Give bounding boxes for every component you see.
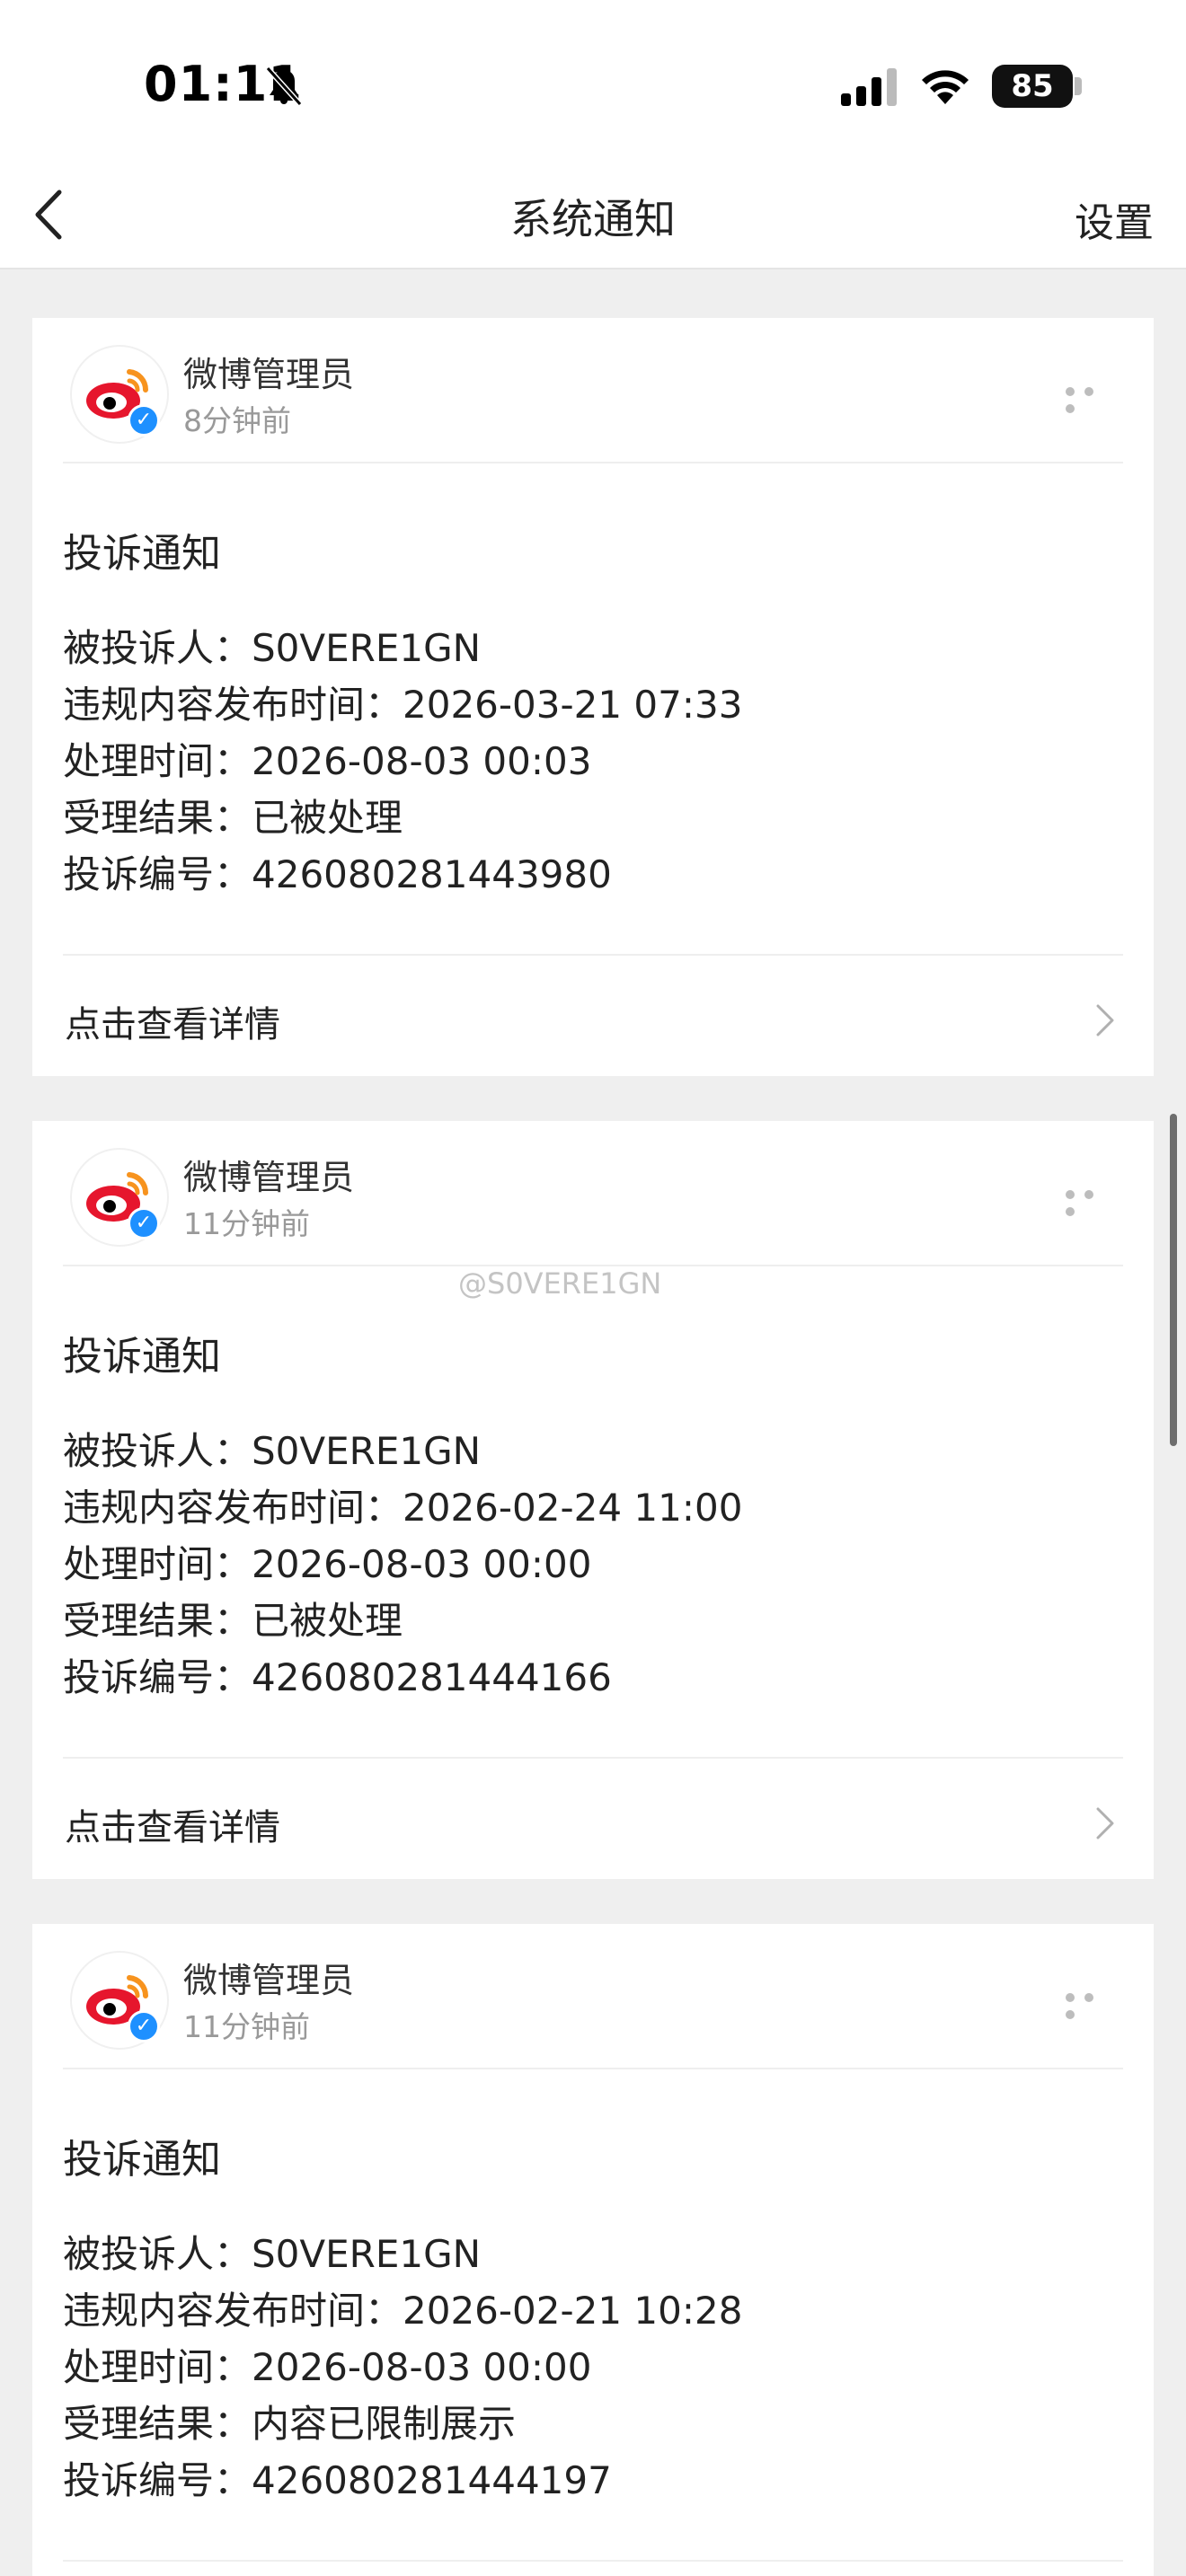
wifi-icon xyxy=(922,70,969,104)
info-row-result: 受理结果：内容已限制展示 xyxy=(63,2402,517,2446)
card-header: ✓ 微博管理员 8分钟前 xyxy=(32,318,1154,462)
page-title: 系统通知 xyxy=(510,195,676,243)
more-options-icon[interactable] xyxy=(1066,1186,1121,1216)
divider xyxy=(63,954,1123,956)
notification-card: ✓ 微博管理员 8分钟前 投诉通知 被投诉人：S0VERE1GN 违规内容发布时… xyxy=(32,318,1154,1076)
author-name[interactable]: 微博管理员 xyxy=(183,1150,354,1199)
status-bar: 01:11 85 xyxy=(0,0,1186,162)
info-row-complaint-id: 投诉编号：426080281444166 xyxy=(63,1655,612,1699)
view-details-link[interactable]: 点击查看详情 xyxy=(32,1762,1154,1879)
nav-bar: 系统通知 设置 xyxy=(0,162,1186,269)
watermark: @S0VERE1GN xyxy=(458,1266,662,1301)
info-row-respondent: 被投诉人：S0VERE1GN xyxy=(63,1429,482,1473)
author-name[interactable]: 微博管理员 xyxy=(183,1953,354,2002)
info-row-result: 受理结果：已被处理 xyxy=(63,1599,403,1643)
info-row-process-time: 处理时间：2026-08-03 00:00 xyxy=(63,1542,592,1586)
info-row-respondent: 被投诉人：S0VERE1GN xyxy=(63,2232,482,2276)
chevron-right-icon xyxy=(1096,1004,1114,1037)
card-header: ✓ 微博管理员 11分钟前 xyxy=(32,1924,1154,2068)
card-header: ✓ 微博管理员 11分钟前 xyxy=(32,1121,1154,1265)
notice-title: 投诉通知 xyxy=(63,1334,221,1380)
more-options-icon[interactable] xyxy=(1066,383,1121,413)
divider xyxy=(63,1757,1123,1759)
bell-muted-icon xyxy=(265,66,303,107)
chevron-right-icon xyxy=(1096,1807,1114,1839)
notice-title: 投诉通知 xyxy=(63,531,221,577)
verified-badge-icon: ✓ xyxy=(128,404,160,437)
view-details-link[interactable]: 点击查看详情 xyxy=(32,959,1154,1076)
info-row-process-time: 处理时间：2026-08-03 00:00 xyxy=(63,2345,592,2389)
divider xyxy=(63,2068,1123,2069)
scrollbar[interactable] xyxy=(1170,1114,1177,1446)
settings-button[interactable]: 设置 xyxy=(1075,190,1154,248)
post-time: 11分钟前 xyxy=(183,1206,310,1241)
post-time: 11分钟前 xyxy=(183,2009,310,2044)
divider xyxy=(63,462,1123,463)
verified-badge-icon: ✓ xyxy=(128,2010,160,2042)
info-row-publish-time: 违规内容发布时间：2026-02-21 10:28 xyxy=(63,2289,743,2333)
divider xyxy=(63,2560,1123,2562)
view-details-label: 点击查看详情 xyxy=(65,1004,280,1045)
info-row-publish-time: 违规内容发布时间：2026-03-21 07:33 xyxy=(63,683,743,727)
notice-title: 投诉通知 xyxy=(63,2137,221,2183)
battery-icon: 85 xyxy=(992,65,1073,108)
info-row-respondent: 被投诉人：S0VERE1GN xyxy=(63,626,482,670)
notification-card: ✓ 微博管理员 11分钟前 投诉通知 被投诉人：S0VERE1GN 违规内容发布… xyxy=(32,1924,1154,2576)
battery-cap xyxy=(1075,77,1082,95)
author-name[interactable]: 微博管理员 xyxy=(183,347,354,396)
info-row-process-time: 处理时间：2026-08-03 00:03 xyxy=(63,739,592,783)
post-time: 8分钟前 xyxy=(183,403,291,438)
more-options-icon[interactable] xyxy=(1066,1989,1121,2019)
signal-icon xyxy=(841,68,897,106)
info-row-complaint-id: 投诉编号：426080281444197 xyxy=(63,2458,612,2502)
info-row-result: 受理结果：已被处理 xyxy=(63,796,403,840)
verified-badge-icon: ✓ xyxy=(128,1207,160,1239)
notification-card: ✓ 微博管理员 11分钟前 投诉通知 被投诉人：S0VERE1GN 违规内容发布… xyxy=(32,1121,1154,1879)
view-details-label: 点击查看详情 xyxy=(65,1807,280,1848)
info-row-complaint-id: 投诉编号：426080281443980 xyxy=(63,852,612,896)
info-row-publish-time: 违规内容发布时间：2026-02-24 11:00 xyxy=(63,1486,743,1530)
